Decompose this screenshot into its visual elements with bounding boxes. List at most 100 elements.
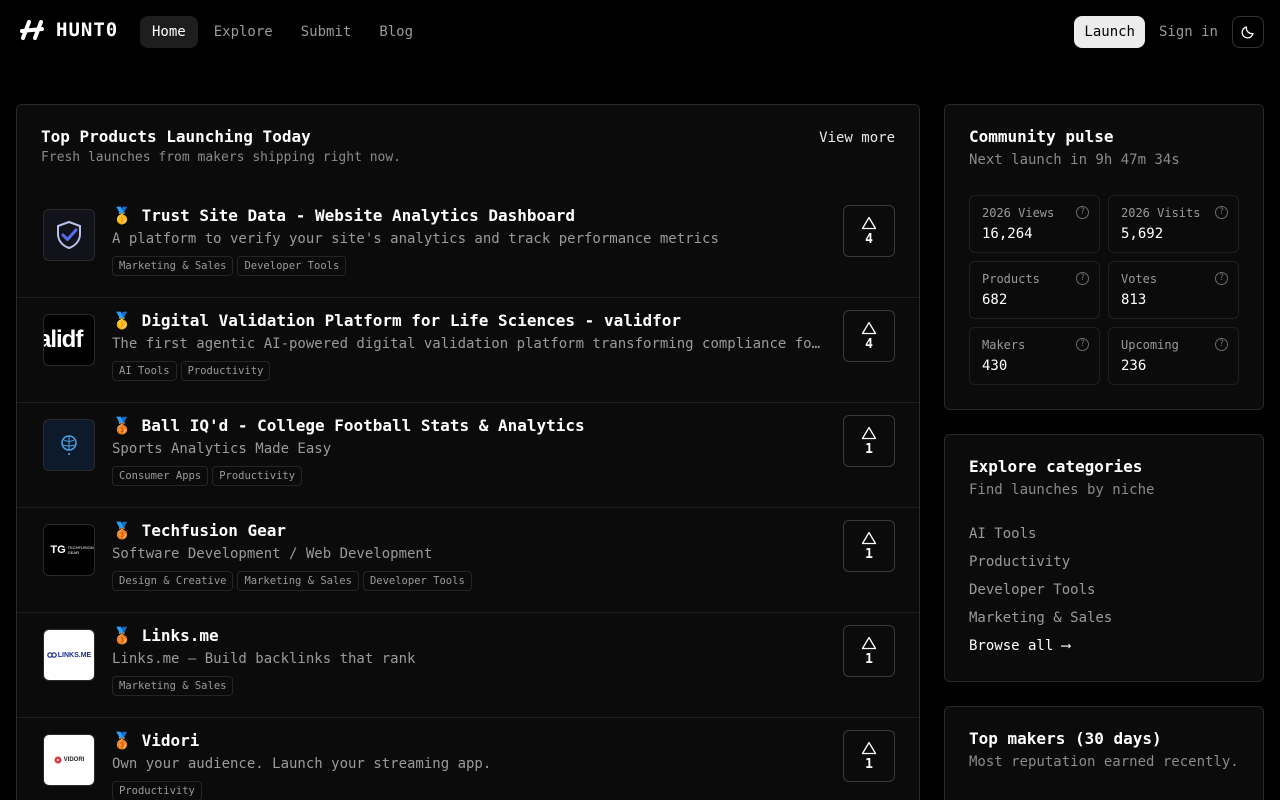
vote-count: 1 [865,756,873,772]
top-nav: HUNT0 Home Explore Submit Blog Launch Si… [0,0,1280,64]
product-description: Software Development / Web Development [112,546,433,562]
help-icon[interactable]: ? [1215,206,1228,219]
product-name: Trust Site Data - Website Analytics Dash… [141,206,576,225]
sign-in-link[interactable]: Sign in [1155,24,1222,40]
vote-count: 4 [865,231,873,247]
upvote-button[interactable]: 1 [843,730,895,782]
product-title[interactable]: 🥉 Links.me [112,626,219,645]
stat-makers: Makers ? 430 [969,327,1100,385]
product-row[interactable]: VIDORI 🥉 Vidori Own your audience. Launc… [17,718,919,800]
nav-home[interactable]: Home [140,16,198,48]
tag[interactable]: Developer Tools [237,256,347,276]
upvote-button[interactable]: 1 [843,415,895,467]
product-tags: Marketing & Sales Developer Tools [112,256,347,276]
browse-all-link[interactable]: Browse all ⟶ [969,638,1070,654]
upvote-triangle-icon [861,426,877,439]
product-tags: Consumer Apps Productivity [112,466,303,486]
tag[interactable]: Design & Creative [112,571,234,591]
tag[interactable]: Developer Tools [362,571,472,591]
upvote-button[interactable]: 1 [843,520,895,572]
help-icon[interactable]: ? [1076,206,1089,219]
medal-icon: 🥉 [112,416,132,435]
vote-count: 4 [865,336,873,352]
category-link[interactable]: Productivity [969,554,1070,570]
tag[interactable]: AI Tools [112,361,177,381]
theme-toggle-button[interactable] [1232,16,1264,48]
top-products-card: Top Products Launching Today Fresh launc… [16,104,920,800]
product-title[interactable]: 🥇 Digital Validation Platform for Life S… [112,311,681,330]
explore-categories-card: Explore categories Find launches by nich… [944,434,1264,682]
card-header: Top Products Launching Today Fresh launc… [41,127,401,165]
makers-title: Top makers (30 days) [969,729,1162,748]
techfusion-logo-icon: TG TECHFUSION GEAR [43,524,95,576]
product-tags: Design & Creative Marketing & Sales Deve… [112,571,472,591]
vote-count: 1 [865,441,873,457]
upvote-button[interactable]: 4 [843,310,895,362]
product-row[interactable]: 🥉 Ball IQ'd - College Football Stats & A… [17,403,919,508]
tag[interactable]: Marketing & Sales [112,256,234,276]
launch-button[interactable]: Launch [1074,16,1145,48]
stat-votes: Votes ? 813 [1108,261,1239,319]
categories-subtitle: Find launches by niche [969,482,1155,498]
stat-upcoming: Upcoming ? 236 [1108,327,1239,385]
card-subtitle: Fresh launches from makers shipping righ… [41,150,402,165]
next-launch-countdown: Next launch in 9h 47m 34s [969,152,1180,168]
product-row[interactable]: TG TECHFUSION GEAR 🥉 Techfusion Gear Sof… [17,508,919,613]
view-more-link[interactable]: View more [819,130,895,146]
nav-blog[interactable]: Blog [367,16,425,48]
help-icon[interactable]: ? [1076,338,1089,351]
product-name: Techfusion Gear [141,521,287,540]
product-title[interactable]: 🥇 Trust Site Data - Website Analytics Da… [112,206,575,225]
product-tags: Marketing & Sales [112,676,234,696]
upvote-button[interactable]: 1 [843,625,895,677]
nav-explore[interactable]: Explore [202,16,285,48]
help-icon[interactable]: ? [1215,272,1228,285]
validfor-logo-icon: alidf [43,314,95,366]
product-row[interactable]: LINKS.ME 🥉 Links.me Links.me — Build bac… [17,613,919,718]
tag[interactable]: Consumer Apps [112,466,209,486]
product-description: A platform to verify your site's analyti… [112,231,719,247]
shield-check-logo-icon [43,209,95,261]
brand[interactable]: HUNT0 [20,18,118,42]
stat-views: 2026 Views ? 16,264 [969,195,1100,253]
tag[interactable]: Productivity [180,361,271,381]
brain-logo-icon [43,419,95,471]
category-link[interactable]: Marketing & Sales [969,610,1112,626]
tag[interactable]: Marketing & Sales [237,571,359,591]
product-name: Ball IQ'd - College Football Stats & Ana… [141,416,585,435]
medal-icon: 🥉 [112,626,132,645]
product-row[interactable]: alidf 🥇 Digital Validation Platform for … [17,298,919,403]
tag[interactable]: Marketing & Sales [112,676,234,696]
product-description: Own your audience. Launch your streaming… [112,756,492,772]
product-name: Vidori [141,731,200,750]
product-name: Links.me [141,626,219,645]
medal-icon: 🥇 [112,311,132,330]
brand-logo-icon [20,20,44,40]
upvote-button[interactable]: 4 [843,205,895,257]
product-description: The first agentic AI-powered digital val… [112,336,822,352]
top-makers-card: Top makers (30 days) Most reputation ear… [944,706,1264,800]
nav-submit[interactable]: Submit [289,16,364,48]
vote-count: 1 [865,546,873,562]
tag[interactable]: Productivity [112,781,202,800]
product-name: Digital Validation Platform for Life Sci… [141,311,681,330]
product-row[interactable]: 🥇 Trust Site Data - Website Analytics Da… [17,193,919,298]
category-link[interactable]: AI Tools [969,526,1036,542]
product-title[interactable]: 🥉 Techfusion Gear [112,521,286,540]
help-icon[interactable]: ? [1076,272,1089,285]
medal-icon: 🥉 [112,521,132,540]
help-icon[interactable]: ? [1215,338,1228,351]
nav-links: Home Explore Submit Blog [140,16,425,48]
makers-subtitle: Most reputation earned recently. [969,754,1239,770]
community-pulse-card: Community pulse Next launch in 9h 47m 34… [944,104,1264,410]
stat-visits: 2026 Visits ? 5,692 [1108,195,1239,253]
linksme-logo-icon: LINKS.ME [43,629,95,681]
upvote-triangle-icon [861,741,877,754]
product-title[interactable]: 🥉 Ball IQ'd - College Football Stats & A… [112,416,585,435]
tag[interactable]: Productivity [212,466,303,486]
category-link[interactable]: Developer Tools [969,582,1095,598]
product-description: Sports Analytics Made Easy [112,441,332,457]
nav-actions: Launch Sign in [1074,16,1264,48]
product-title[interactable]: 🥉 Vidori [112,731,199,750]
product-tags: AI Tools Productivity [112,361,271,381]
